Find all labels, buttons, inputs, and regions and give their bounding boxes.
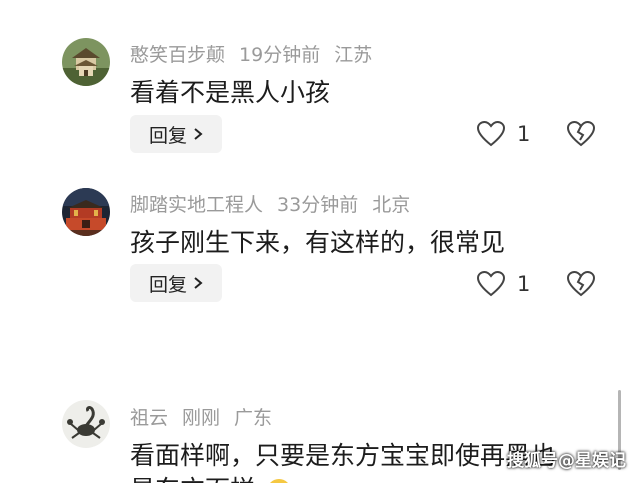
chevron-right-icon <box>194 128 203 140</box>
comment-text-line-2: 是东方面样 <box>130 475 255 483</box>
comment-meta: 脚踏实地工程人 33分钟前 北京 <box>130 190 424 217</box>
dislike-button[interactable] <box>566 270 596 299</box>
username[interactable]: 憨笑百步颠 <box>130 44 225 66</box>
scorpion-avatar-icon <box>62 400 110 448</box>
timestamp: 33分钟前 <box>277 194 359 216</box>
reply-label: 回复 <box>148 124 187 147</box>
watermark: 搜狐号@星娱记 <box>507 451 626 471</box>
like-button[interactable]: 1 <box>477 121 530 147</box>
comment-meta: 憨笑百步颠 19分钟前 江苏 <box>130 40 386 67</box>
like-count: 1 <box>517 122 531 146</box>
heart-icon <box>477 121 505 147</box>
comment-meta: 祖云 刚刚 广东 <box>130 403 286 430</box>
location: 广东 <box>234 407 273 429</box>
dislike-button[interactable] <box>566 120 596 149</box>
like-button[interactable]: 1 <box>477 271 530 297</box>
reply-label: 回复 <box>148 273 187 296</box>
user-avatar[interactable] <box>62 38 110 86</box>
reply-button[interactable]: 回复 <box>130 264 222 302</box>
location: 江苏 <box>334 44 373 66</box>
location: 北京 <box>372 194 411 216</box>
smile-emoji-icon <box>266 479 291 483</box>
username[interactable]: 祖云 <box>130 407 168 429</box>
reply-button[interactable]: 回复 <box>130 115 222 153</box>
comment-list-page: 憨笑百步颠 19分钟前 江苏 看着不是黑人小孩 回复 1 脚踏实地工程人 33分… <box>0 0 640 483</box>
heart-icon <box>477 271 505 297</box>
broken-heart-icon <box>566 270 596 297</box>
broken-heart-icon <box>566 120 596 147</box>
timestamp: 刚刚 <box>182 407 221 429</box>
chevron-right-icon <box>194 277 203 289</box>
user-avatar[interactable] <box>62 400 110 448</box>
comment-text: 看面样啊，只要是东方宝宝即使再黑也 <box>130 441 556 470</box>
comment-text: 孩子刚生下来，有这样的，很常见 <box>130 228 506 257</box>
like-count: 1 <box>517 272 531 296</box>
comment-text-continued: 是东方面样 <box>130 470 291 483</box>
user-avatar[interactable] <box>62 188 110 236</box>
tiananmen-avatar-icon <box>62 188 110 236</box>
temple-avatar-icon <box>62 38 110 86</box>
comment-text: 看着不是黑人小孩 <box>130 78 331 107</box>
username[interactable]: 脚踏实地工程人 <box>130 194 263 216</box>
timestamp: 19分钟前 <box>239 44 321 66</box>
